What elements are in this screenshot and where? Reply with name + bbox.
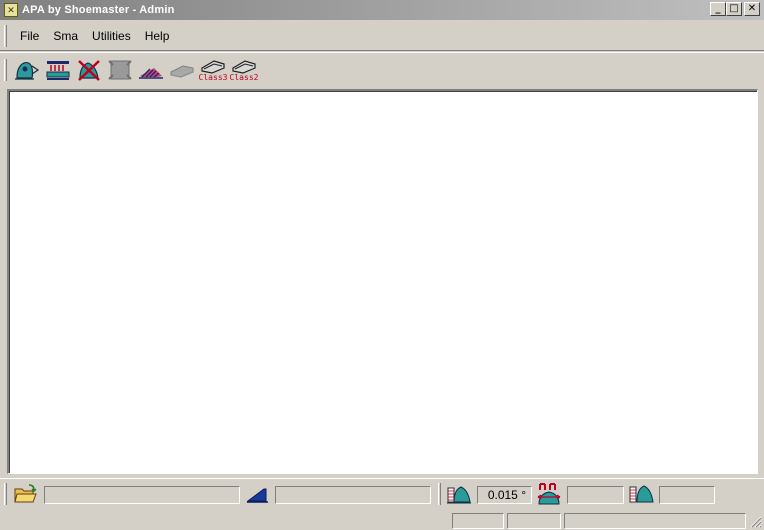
app-icon[interactable]: ✕ xyxy=(4,3,18,17)
last-width-icon xyxy=(537,483,561,505)
menu-grip[interactable] xyxy=(4,25,7,47)
toolbar-button-class2[interactable]: Class2 xyxy=(230,56,258,84)
file-path-field[interactable] xyxy=(44,486,240,504)
menu-bar: File Sma Utilities Help xyxy=(0,22,764,51)
toolbar-button-6[interactable] xyxy=(168,56,196,84)
main-toolbar: Class3 Class2 xyxy=(0,52,764,86)
last-angle-icon xyxy=(447,486,471,504)
class2-label: Class2 xyxy=(229,72,259,82)
bottom-toolbar: 0.015 ° xyxy=(0,478,764,510)
class3-sole-icon xyxy=(201,59,225,74)
width-tool-button[interactable] xyxy=(536,482,562,506)
toolbar-button-3[interactable] xyxy=(75,56,103,84)
open-file-button[interactable] xyxy=(13,482,39,506)
status-panel-1 xyxy=(452,513,504,529)
class2-sole-icon xyxy=(232,59,256,74)
angle-tool-button[interactable] xyxy=(446,482,472,506)
heel-wedge-icon xyxy=(246,488,268,503)
window-title: APA by Shoemaster - Admin xyxy=(22,4,175,16)
status-bar xyxy=(0,512,764,530)
status-panel-3 xyxy=(564,513,746,529)
height-tool-button[interactable] xyxy=(628,482,654,506)
menu-utilities[interactable]: Utilities xyxy=(85,27,138,45)
menu-help[interactable]: Help xyxy=(138,27,177,45)
window-controls: _ □ ✕ xyxy=(710,2,760,16)
shoe-last-arrow-icon xyxy=(15,61,40,80)
toolbar-button-2[interactable] xyxy=(44,56,72,84)
striped-heel-icon xyxy=(139,67,163,79)
close-button[interactable]: ✕ xyxy=(744,2,760,16)
open-folder-icon xyxy=(14,484,37,503)
bottom-toolbar-grip[interactable] xyxy=(4,483,7,505)
toolbar-button-5[interactable] xyxy=(137,56,165,84)
drawing-canvas[interactable] xyxy=(7,89,758,474)
maximize-button[interactable]: □ xyxy=(726,2,742,16)
height-value-field[interactable] xyxy=(659,486,715,504)
bottom-toolbar-grip-2[interactable] xyxy=(438,483,441,505)
size-grip-icon[interactable] xyxy=(750,516,762,528)
sole-press-icon xyxy=(46,60,70,80)
class3-label: Class3 xyxy=(198,72,228,82)
minimize-button[interactable]: _ xyxy=(710,2,726,16)
secondary-field[interactable] xyxy=(275,486,431,504)
last-height-icon xyxy=(629,485,654,503)
angle-value-field[interactable]: 0.015 ° xyxy=(477,486,532,504)
gray-sole-icon xyxy=(170,64,194,78)
heel-tool-button[interactable] xyxy=(245,482,271,506)
toolbar-button-4[interactable] xyxy=(106,56,134,84)
width-value-field[interactable] xyxy=(567,486,624,504)
toolbar-button-1[interactable] xyxy=(13,56,41,84)
toolbar-button-class3[interactable]: Class3 xyxy=(199,56,227,84)
status-panel-2 xyxy=(507,513,561,529)
menu-file[interactable]: File xyxy=(13,27,46,45)
title-bar[interactable]: ✕ APA by Shoemaster - Admin _ □ ✕ xyxy=(0,0,764,20)
menu-sma[interactable]: Sma xyxy=(46,27,85,45)
gray-pattern-icon xyxy=(108,59,132,80)
toolbar-grip[interactable] xyxy=(4,58,7,81)
last-cross-icon xyxy=(78,59,100,81)
